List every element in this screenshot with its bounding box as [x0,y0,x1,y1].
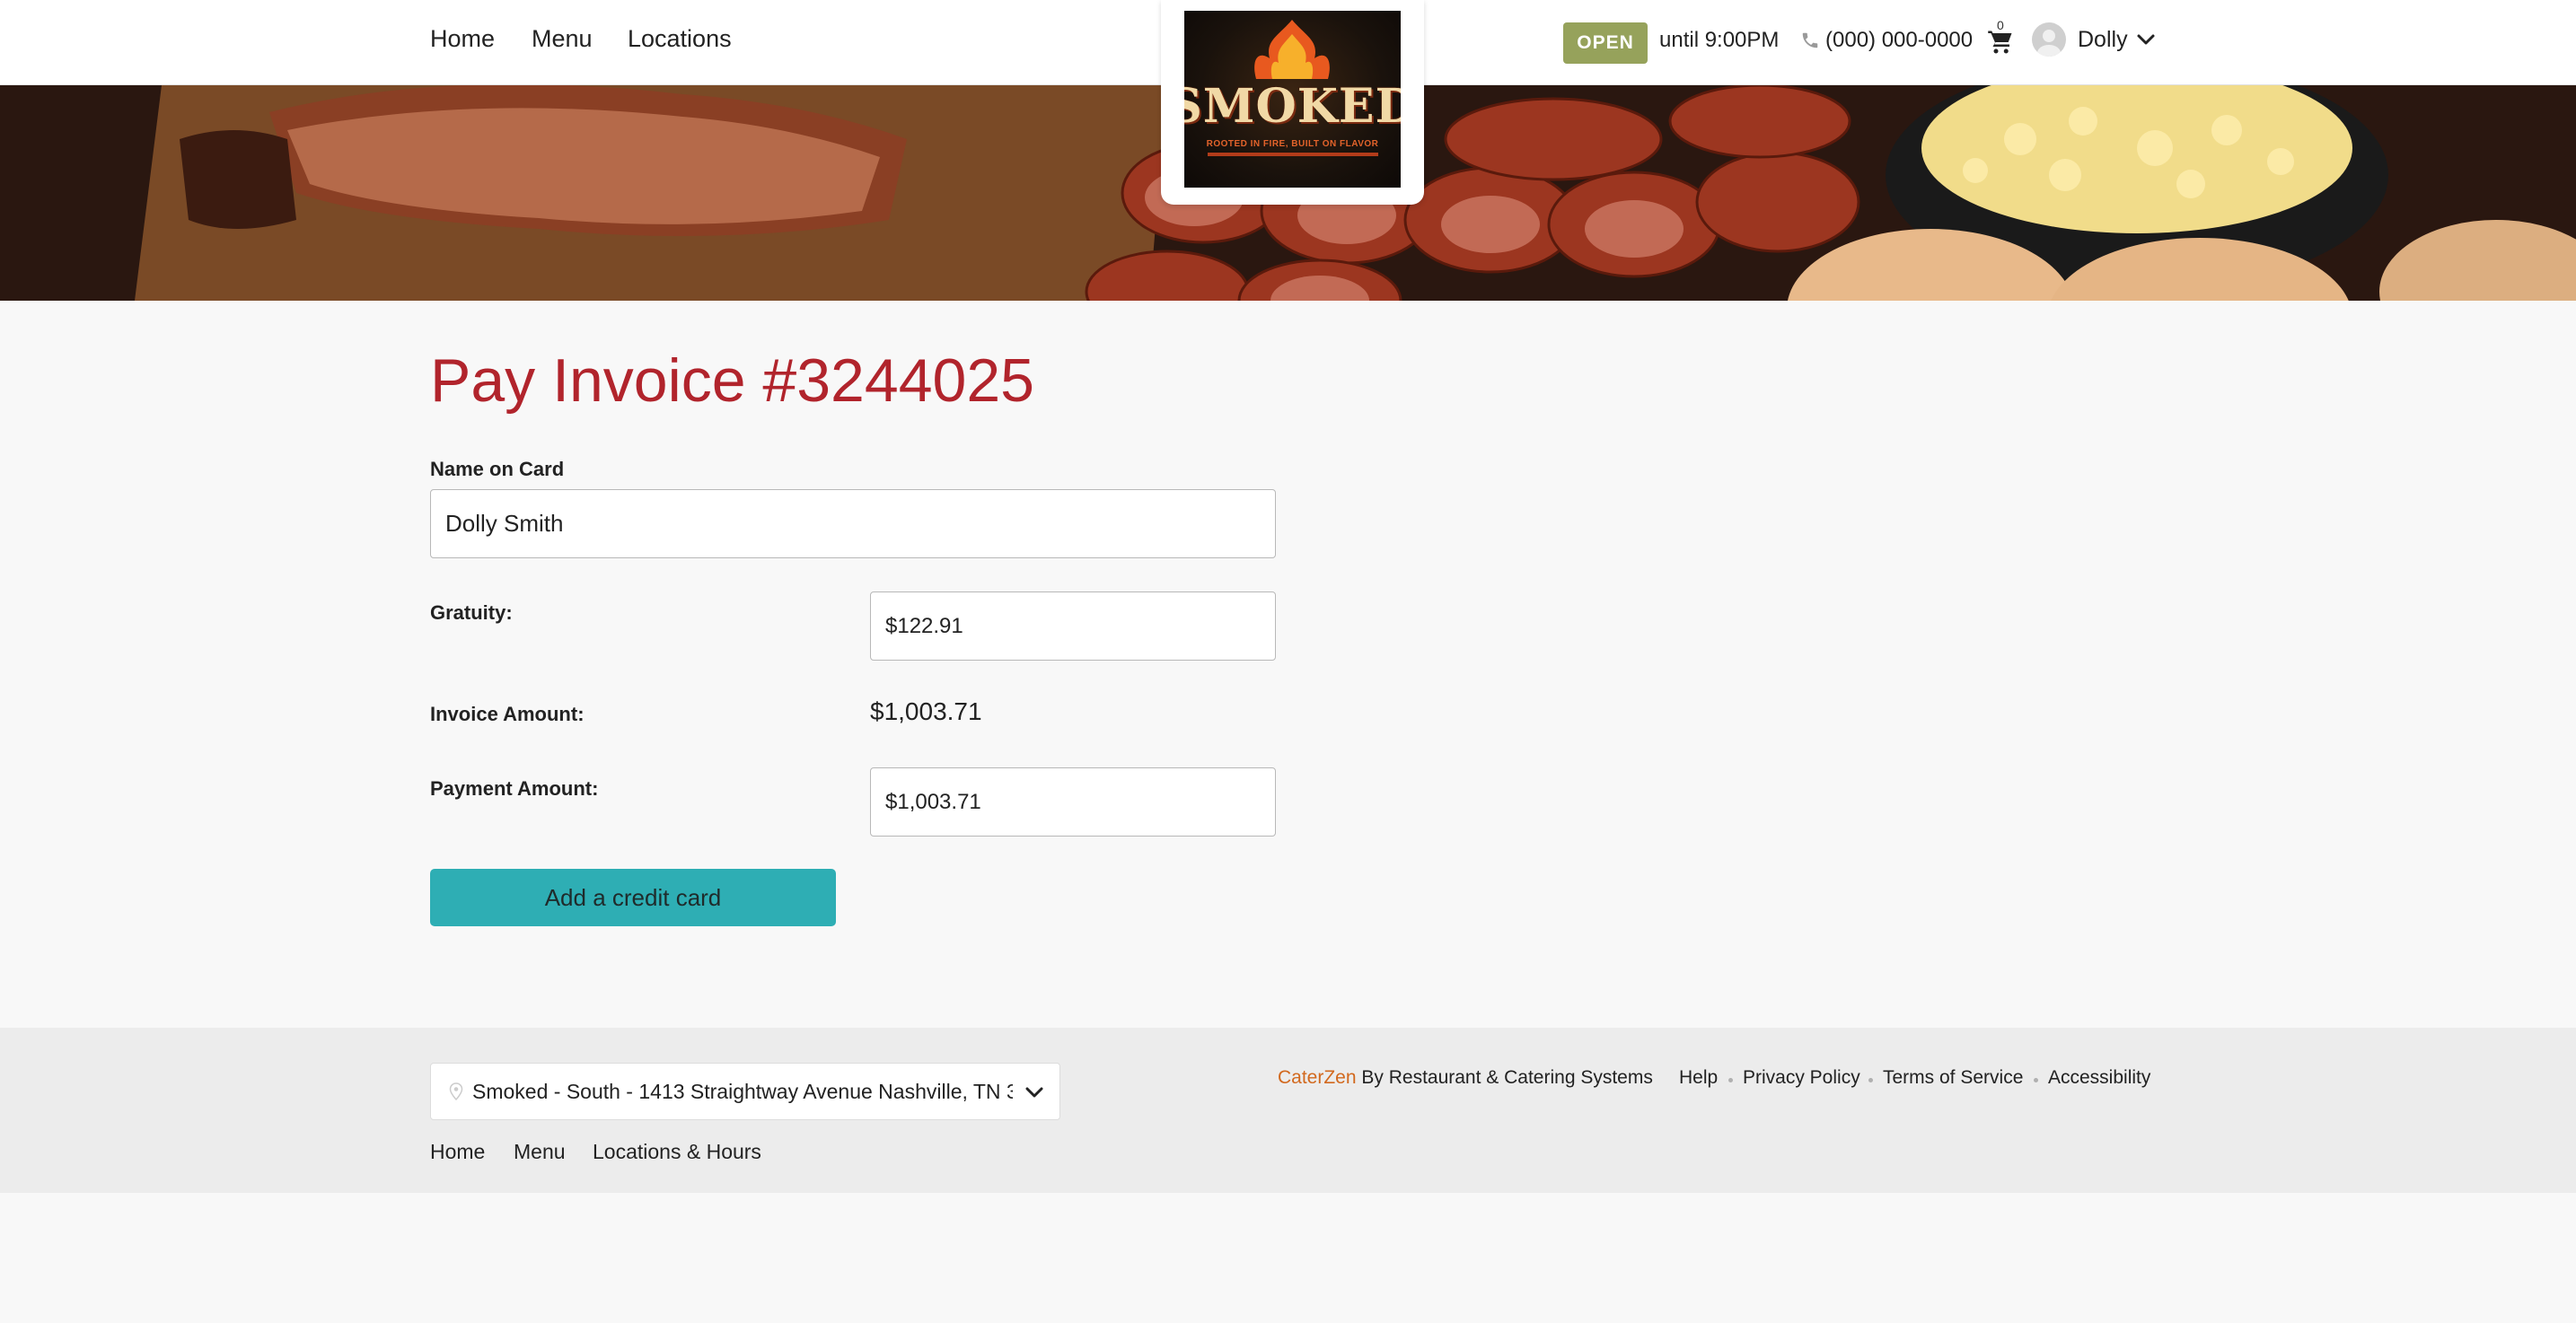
phone-icon [1802,32,1818,48]
privacy-policy-link[interactable]: Privacy Policy [1743,1067,1860,1089]
logo-banner-divider [1207,152,1378,156]
location-select[interactable]: Smoked - South - 1413 Straightway Avenue… [430,1063,1060,1120]
gratuity-input[interactable]: $122.91 [870,591,1276,661]
cart-button[interactable]: 0 [1987,18,2018,57]
nav-home-link[interactable]: Home [430,25,495,53]
invoice-amount-value: $1,003.71 [870,697,982,725]
flame-icon [1254,20,1330,79]
map-pin-icon [449,1082,463,1100]
logo-tagline: ROOTED IN FIRE, BUILT ON FLAVOR [1206,138,1379,149]
add-credit-card-button[interactable]: Add a credit card [430,869,836,926]
logo-title: SMOKED [1184,78,1401,134]
footer-separator-dot [1868,1078,1873,1082]
logo-card[interactable]: SMOKED ROOTED IN FIRE, BUILT ON FLAVOR [1161,0,1424,205]
nav-locations-link[interactable]: Locations [628,25,732,53]
payment-amount-label: Payment Amount: [430,777,599,800]
open-status-badge: OPEN [1563,22,1648,64]
user-icon [2037,30,2061,57]
user-avatar[interactable] [2032,22,2066,57]
caterzen-credit: CaterZen By Restaurant & Catering System… [1278,1067,1653,1089]
footer-separator-dot [1728,1078,1733,1082]
footer-home-link[interactable]: Home [430,1140,485,1164]
hours-text: until 9:00PM [1659,28,1780,52]
footer-menu-link[interactable]: Menu [514,1140,566,1164]
chevron-down-icon[interactable] [2135,29,2157,50]
name-on-card-input[interactable]: Dolly Smith [430,489,1276,558]
smoked-logo: SMOKED ROOTED IN FIRE, BUILT ON FLAVOR [1184,11,1401,188]
name-on-card-label: Name on Card [430,458,565,480]
footer-separator-dot [2034,1078,2038,1082]
shopping-cart-icon [1988,31,2012,54]
accessibility-link[interactable]: Accessibility [2048,1067,2150,1089]
nav-menu-link[interactable]: Menu [532,25,593,53]
invoice-amount-label: Invoice Amount: [430,703,585,725]
help-link[interactable]: Help [1679,1067,1718,1089]
user-menu-name[interactable]: Dolly [2078,27,2128,53]
footer-locations-hours-link[interactable]: Locations & Hours [593,1140,761,1164]
phone-number: (000) 000-0000 [1825,28,1974,52]
caterzen-byline: By Restaurant & Catering Systems [1356,1067,1653,1088]
location-select-value: Smoked - South - 1413 Straightway Avenue… [472,1079,1013,1103]
site-footer [0,1028,2576,1193]
phone-link[interactable]: (000) 000-0000 [1800,28,1973,53]
caterzen-link[interactable]: CaterZen [1278,1067,1357,1088]
gratuity-label: Gratuity: [430,601,513,624]
terms-of-service-link[interactable]: Terms of Service [1883,1067,2023,1089]
page-title: Pay Invoice #3244025 [430,346,1034,415]
payment-amount-input[interactable]: $1,003.71 [870,767,1276,837]
chevron-down-icon [1025,1087,1043,1098]
